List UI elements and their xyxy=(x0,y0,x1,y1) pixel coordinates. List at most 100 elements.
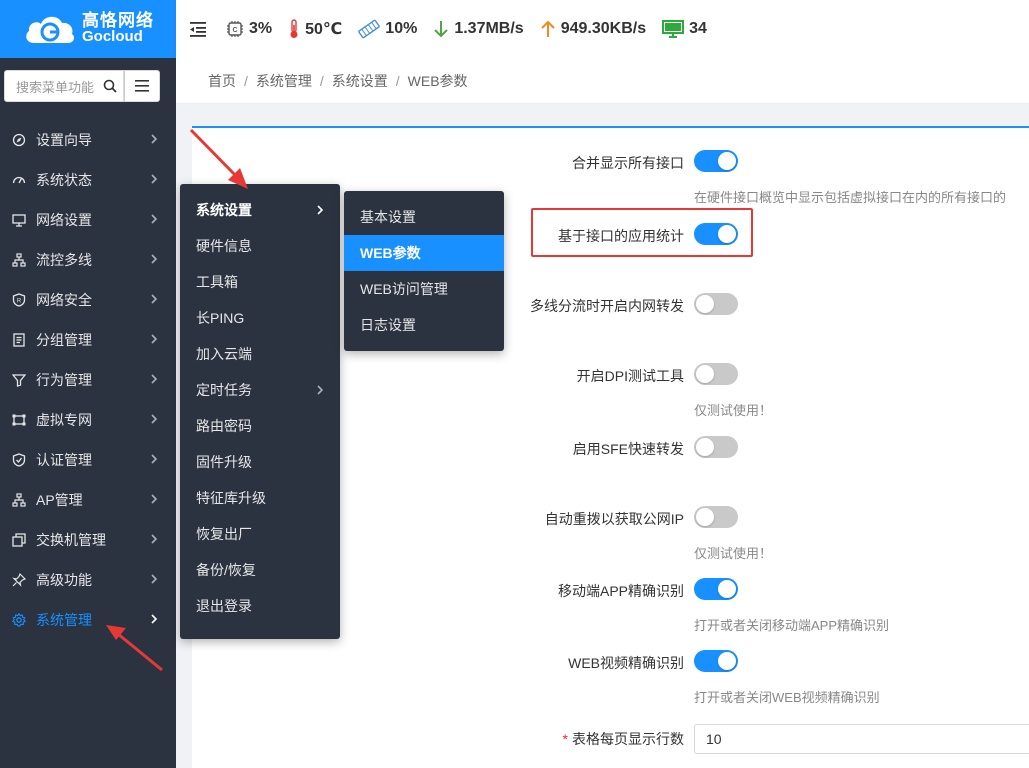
brand-name-en: Gocloud xyxy=(82,28,143,45)
download-speed: 1.37MB/s xyxy=(433,20,524,38)
sidebar-item-label: 交换机管理 xyxy=(36,532,106,548)
setting-label: 基于接口的应用统计 xyxy=(558,228,684,244)
setting-label: 移动端APP精确识别 xyxy=(557,583,684,599)
setting-toggle[interactable] xyxy=(694,436,738,458)
cpu-icon: C xyxy=(227,21,243,37)
breadcrumb-system-management[interactable]: 系统管理 xyxy=(256,71,312,91)
search-icon[interactable] xyxy=(103,79,117,93)
toggle-knob xyxy=(696,295,714,313)
menu-list-button[interactable] xyxy=(124,70,160,102)
setting-toggle[interactable] xyxy=(694,293,738,315)
shield-icon: R xyxy=(12,293,26,307)
setting-hint: 仅测试使用！ xyxy=(694,546,773,561)
submenu2-item-0[interactable]: 基本设置 xyxy=(344,199,504,235)
memory-icon xyxy=(358,19,381,39)
chevron-right-icon xyxy=(151,414,158,424)
gear-icon xyxy=(12,613,26,627)
setting-hint: 打开或者关闭WEB视频精确识别 xyxy=(694,690,880,705)
submenu-item-3[interactable]: 长PING xyxy=(180,300,340,336)
submenu-item-0[interactable]: 系统设置 xyxy=(180,192,340,228)
network-icon xyxy=(12,253,26,267)
arrow-up-icon xyxy=(540,20,555,37)
submenu-item-1[interactable]: 硬件信息 xyxy=(180,228,340,264)
chevron-right-icon xyxy=(151,574,158,584)
breadcrumb-home[interactable]: 首页 xyxy=(208,71,236,91)
sidebar-nav: 设置向导 系统状态 网络设置 流控多线 R 网络安全 分组管理 行为管理 虚拟专网… xyxy=(0,120,176,640)
sidebar-item-label: 系统状态 xyxy=(36,172,92,188)
chevron-right-icon xyxy=(151,614,158,624)
submenu-item-6[interactable]: 路由密码 xyxy=(180,408,340,444)
sidebar-item-1[interactable]: 系统状态 xyxy=(0,160,176,200)
setting-toggle[interactable] xyxy=(694,223,738,245)
submenu2-item-3[interactable]: 日志设置 xyxy=(344,307,504,343)
sidebar-item-9[interactable]: AP管理 xyxy=(0,480,176,520)
toggle-knob xyxy=(696,508,714,526)
search-placeholder: 搜索菜单功能 xyxy=(16,79,95,95)
submenu-item-2[interactable]: 工具箱 xyxy=(180,264,340,300)
collapse-menu-icon[interactable] xyxy=(188,19,208,39)
setting-hint: 在硬件接口概览中显示包括虚拟接口在内的所有接口的 xyxy=(694,190,1007,205)
sidebar-item-11[interactable]: 高级功能 xyxy=(0,560,176,600)
setting-label: 开启DPI测试工具 xyxy=(576,368,684,384)
sidebar-item-2[interactable]: 网络设置 xyxy=(0,200,176,240)
submenu-item-11[interactable]: 退出登录 xyxy=(180,588,340,624)
setting-toggle[interactable] xyxy=(694,650,738,672)
temperature: 50℃ xyxy=(288,19,342,39)
setting-toggle[interactable] xyxy=(694,363,738,385)
submenu-item-8[interactable]: 特征库升级 xyxy=(180,480,340,516)
rows-per-page-input[interactable]: 10 xyxy=(694,724,1029,754)
sidebar-item-label: 系统管理 xyxy=(36,612,92,628)
sidebar-item-label: 网络设置 xyxy=(36,212,92,228)
rows-per-page-label: * 表格每页显示行数 xyxy=(562,731,684,747)
compass-icon xyxy=(12,133,26,147)
chevron-right-icon xyxy=(151,454,158,464)
cpu-usage: C 3% xyxy=(226,20,272,38)
online-clients: 34 xyxy=(662,20,707,38)
svg-text:R: R xyxy=(17,299,22,305)
submenu-item-5[interactable]: 定时任务 xyxy=(180,372,340,408)
setting-toggle[interactable] xyxy=(694,150,738,172)
vpn-icon xyxy=(12,414,26,426)
setting-label: WEB视频精确识别 xyxy=(568,655,684,671)
sidebar-item-8[interactable]: 认证管理 xyxy=(0,440,176,480)
sidebar-item-10[interactable]: 交换机管理 xyxy=(0,520,176,560)
submenu-item-10[interactable]: 备份/恢复 xyxy=(180,552,340,588)
breadcrumb: 首页 / 系统管理 / 系统设置 / WEB参数 xyxy=(176,58,1029,104)
breadcrumb-system-settings[interactable]: 系统设置 xyxy=(332,71,388,91)
submenu-item-7[interactable]: 固件升级 xyxy=(180,444,340,480)
chevron-right-icon xyxy=(151,494,158,504)
setting-toggle[interactable] xyxy=(694,578,738,600)
submenu-item-9[interactable]: 恢复出厂 xyxy=(180,516,340,552)
sidebar-item-0[interactable]: 设置向导 xyxy=(0,120,176,160)
ap-icon xyxy=(12,493,26,507)
sidebar: 高恪网络 Gocloud 搜索菜单功能 设置向导 系统状态 网络设置 流控多线 R… xyxy=(0,0,176,768)
setting-label: 自动重拨以获取公网IP xyxy=(544,511,684,527)
chevron-right-icon xyxy=(151,334,158,344)
submenu2-item-2[interactable]: WEB访问管理 xyxy=(344,271,504,307)
toggle-knob xyxy=(718,225,736,243)
submenu2-item-1[interactable]: WEB参数 xyxy=(344,235,504,271)
menu-search-input[interactable]: 搜索菜单功能 xyxy=(4,70,124,102)
submenu-item-4[interactable]: 加入云端 xyxy=(180,336,340,372)
sidebar-item-5[interactable]: 分组管理 xyxy=(0,320,176,360)
sidebar-item-4[interactable]: R 网络安全 xyxy=(0,280,176,320)
sidebar-item-label: 网络安全 xyxy=(36,292,92,308)
hamburger-icon xyxy=(135,80,149,92)
filter-icon xyxy=(12,374,26,387)
chevron-right-icon xyxy=(151,134,158,144)
sidebar-item-3[interactable]: 流控多线 xyxy=(0,240,176,280)
sidebar-item-7[interactable]: 虚拟专网 xyxy=(0,400,176,440)
brand-name-cn: 高恪网络 xyxy=(82,11,154,30)
system-management-submenu: 系统设置 硬件信息 工具箱 长PING 加入云端 定时任务 路由密码 固件升级 特征库升级 恢复出… xyxy=(180,184,340,639)
sidebar-item-6[interactable]: 行为管理 xyxy=(0,360,176,400)
setting-label: 多线分流时开启内网转发 xyxy=(530,298,684,314)
setting-toggle[interactable] xyxy=(694,506,738,528)
breadcrumb-current: WEB参数 xyxy=(407,72,468,89)
sidebar-item-12[interactable]: 系统管理 xyxy=(0,600,176,640)
toggle-knob xyxy=(718,580,736,598)
sidebar-item-label: 行为管理 xyxy=(36,372,92,388)
logo[interactable]: 高恪网络 Gocloud xyxy=(0,0,176,58)
chevron-right-icon xyxy=(317,385,324,395)
group-icon xyxy=(13,333,25,347)
top-status-bar: C 3% 50℃ 10% 1.37MB/s 949.30KB/s 34 xyxy=(176,0,1029,58)
